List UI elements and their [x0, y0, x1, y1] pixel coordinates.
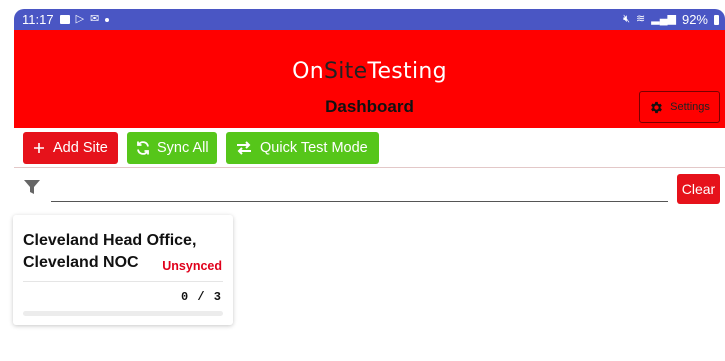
- card-divider: [23, 281, 223, 282]
- mail-icon: ✉: [90, 13, 100, 25]
- filter-icon: [24, 180, 40, 194]
- page-title: Dashboard: [325, 97, 414, 116]
- settings-label: Settings: [670, 101, 710, 113]
- filter-input[interactable]: [51, 175, 668, 202]
- quick-test-mode-label: Quick Test Mode: [260, 139, 368, 156]
- sync-all-button[interactable]: Sync All: [127, 131, 217, 164]
- add-site-label: Add Site: [53, 139, 108, 156]
- gallery-icon: [59, 15, 70, 24]
- sync-status-badge: Unsynced: [162, 259, 222, 273]
- app-header: OnSiteTesting Dashboard Settings: [14, 30, 725, 128]
- app-title-site: Site: [323, 59, 368, 84]
- signal-icon: ▂▄▆: [651, 13, 676, 25]
- quick-test-mode-button[interactable]: Quick Test Mode: [226, 131, 379, 164]
- app-title-testing: Testing: [367, 59, 447, 84]
- gear-icon: [651, 101, 662, 113]
- clear-filter-button[interactable]: Clear: [677, 174, 720, 204]
- sync-all-label: Sync All: [157, 139, 209, 156]
- test-progress-bar: [23, 311, 223, 316]
- plus-icon: [34, 142, 44, 153]
- filter-row: Clear: [14, 168, 725, 208]
- status-time: 11:17: [22, 12, 54, 27]
- battery-percent: 92%: [681, 12, 708, 27]
- app-title: OnSiteTesting: [14, 59, 725, 84]
- test-progress-count: 0 / 3: [180, 290, 222, 304]
- add-site-button[interactable]: Add Site: [23, 131, 118, 164]
- status-bar-right: 🔇︎ ≋ ▂▄▆ 92%: [623, 12, 719, 27]
- play-store-icon: ▷: [75, 13, 85, 25]
- sync-icon: [137, 140, 149, 155]
- mute-icon: 🔇︎: [623, 13, 631, 25]
- battery-icon: [714, 14, 719, 25]
- settings-button[interactable]: Settings: [639, 91, 720, 123]
- app-title-on: On: [292, 59, 324, 84]
- site-card[interactable]: Cleveland Head Office, Cleveland NOC Uns…: [13, 215, 233, 325]
- wifi-icon: ≋: [636, 13, 646, 25]
- notification-dot-icon: [105, 17, 110, 22]
- toolbar: Add Site Sync All Quick Test Mode: [14, 128, 725, 168]
- status-bar: 11:17 ▷ ✉ 🔇︎ ≋ ▂▄▆ 92%: [14, 9, 725, 30]
- swap-arrows-icon: [237, 140, 251, 155]
- status-bar-left: 11:17 ▷ ✉: [22, 12, 110, 27]
